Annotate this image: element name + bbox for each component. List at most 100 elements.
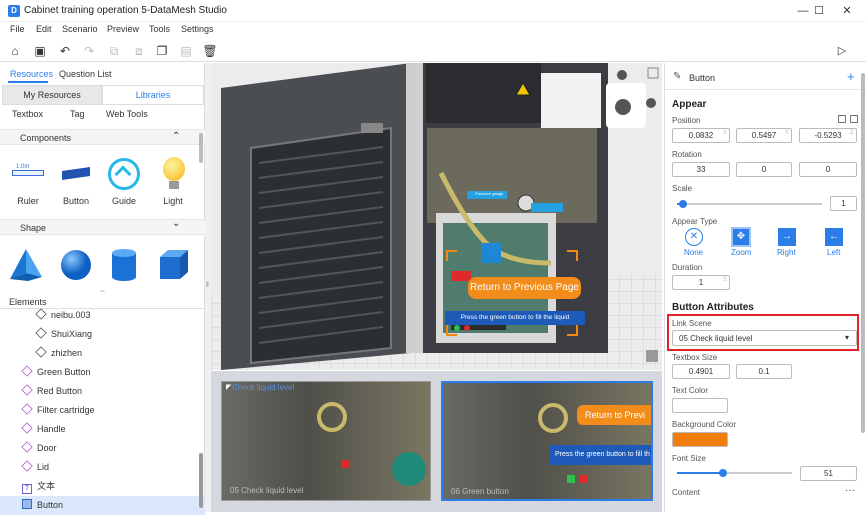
return-to-previous-page-button[interactable]: Return to Previous Page <box>468 277 581 299</box>
document-icon[interactable]: ▤ <box>177 42 195 60</box>
instruction-text-box[interactable]: Press the green button to fill the liqui… <box>445 311 585 325</box>
cube-icon[interactable] <box>156 247 192 283</box>
resize-handle[interactable]: ═ <box>0 289 205 295</box>
font-size-slider-track[interactable] <box>677 469 792 477</box>
mesh-icon <box>35 308 47 320</box>
chevron-down-icon[interactable]: ⌄ <box>172 218 180 229</box>
paste-icon[interactable]: ⧈ <box>130 42 148 60</box>
lib-tab-web-tools[interactable]: Web Tools <box>106 109 148 119</box>
list-item[interactable]: Door <box>0 439 205 458</box>
menu-preview[interactable]: Preview <box>107 24 139 34</box>
list-item-label: Lid <box>37 462 50 472</box>
chevron-up-icon[interactable]: ⌃ <box>172 131 180 142</box>
scene-thumb-05[interactable]: Check liquid level ◤ 05 Check liquid lev… <box>221 381 431 501</box>
font-size-slider-fill <box>677 472 723 474</box>
duration-input[interactable]: 1 <box>672 275 730 290</box>
appear-right-label: Right <box>777 248 796 257</box>
scale-label: Scale <box>672 184 693 193</box>
list-item[interactable]: Green Button <box>0 363 205 382</box>
appear-left-icon[interactable]: ← <box>825 228 843 246</box>
more-options-icon[interactable]: ··· <box>845 485 855 496</box>
subtab-libraries[interactable]: Libraries <box>102 85 204 105</box>
scale-input[interactable]: 1 <box>830 196 857 211</box>
sphere-icon[interactable] <box>58 247 94 283</box>
shape-header[interactable]: Shape ⌄ <box>0 218 205 235</box>
scrollbar[interactable] <box>199 453 203 508</box>
rotation-y-input[interactable]: 0 <box>736 162 792 177</box>
duplicate-icon[interactable]: ❐ <box>153 42 171 60</box>
copy-values-icon[interactable] <box>838 115 846 123</box>
menu-scenario[interactable]: Scenario <box>62 24 98 34</box>
list-item[interactable]: Handle <box>0 420 205 439</box>
axis-y-label: Y <box>785 130 790 136</box>
thumb-footer: 05 Check liquid level <box>230 486 304 495</box>
add-icon[interactable]: + <box>847 69 855 84</box>
link-scene-select[interactable]: 05 Check liquid level ▾ <box>672 330 857 346</box>
delete-icon[interactable]: 🗑 <box>201 42 219 60</box>
component-light[interactable]: Light <box>151 156 195 206</box>
font-size-input[interactable]: 51 <box>800 466 857 481</box>
list-item[interactable]: Filter cartridge <box>0 401 205 420</box>
list-item-label: Filter cartridge <box>37 405 95 415</box>
position-z-input[interactable]: -0.5293 <box>799 128 857 143</box>
button-attributes-title: Button Attributes <box>672 302 754 313</box>
pyramid-icon[interactable] <box>8 247 44 283</box>
close-button[interactable]: ✕ <box>834 3 860 19</box>
divider <box>665 89 866 90</box>
undo-icon[interactable]: ↶ <box>56 42 74 60</box>
list-item[interactable]: neibu.003 <box>0 306 205 325</box>
position-x-input[interactable]: 0.0832 <box>672 128 730 143</box>
textbox-height-input[interactable]: 0.1 <box>736 364 792 379</box>
scene-thumb-06-selected[interactable]: Return to Previ Press the green button t… <box>441 381 653 501</box>
menu-tools[interactable]: Tools <box>149 24 170 34</box>
menu-bar: File Edit Scenario Preview Tools Setting… <box>0 22 866 38</box>
component-ruler[interactable]: 1.0m Ruler <box>6 156 50 206</box>
home-icon[interactable]: ⌂ <box>6 42 24 60</box>
splitter-handle-icon[interactable]: ‖ <box>206 282 209 289</box>
list-item[interactable]: ShuiXiang <box>0 325 205 344</box>
scrollbar[interactable] <box>199 133 203 163</box>
tab-question-list[interactable]: Question List <box>59 69 112 79</box>
list-item[interactable]: zhizhen <box>0 344 205 363</box>
rotation-x-input[interactable]: 33 <box>672 162 730 177</box>
menu-settings[interactable]: Settings <box>181 24 214 34</box>
lib-tab-textbox[interactable]: Textbox <box>12 109 43 119</box>
components-title: Components <box>20 133 72 143</box>
list-item[interactable]: T 文本 <box>0 477 205 496</box>
scene-viewport[interactable]: Return to Previous Page Press the green … <box>211 63 662 370</box>
scrollbar[interactable] <box>861 73 865 433</box>
font-size-slider-thumb[interactable] <box>719 469 727 477</box>
save-icon[interactable]: ▣ <box>31 42 49 60</box>
text-color-swatch[interactable] <box>672 398 728 413</box>
tab-resources[interactable]: Resources <box>10 69 53 79</box>
lib-tab-tag[interactable]: Tag <box>70 109 85 119</box>
menu-file[interactable]: File <box>10 24 25 34</box>
dropdown-arrow-icon[interactable]: ▾ <box>845 333 849 342</box>
copy-icon[interactable]: ⧉ <box>105 42 123 60</box>
play-icon[interactable]: ▷ <box>833 42 851 60</box>
maximize-button[interactable]: ☐ <box>806 3 832 19</box>
paste-values-icon[interactable] <box>850 115 858 123</box>
textbox-width-input[interactable]: 0.4901 <box>672 364 730 379</box>
bg-color-swatch[interactable] <box>672 432 728 447</box>
menu-edit[interactable]: Edit <box>36 24 52 34</box>
components-header[interactable]: Components ⌃ <box>0 129 205 145</box>
component-button[interactable]: Button <box>54 156 98 206</box>
thumb-collapse-icon[interactable]: ◤ <box>226 383 231 391</box>
rotation-z-input[interactable]: 0 <box>799 162 857 177</box>
list-item-selected[interactable]: Button <box>0 496 205 515</box>
thumb-motor <box>392 452 426 486</box>
list-item[interactable]: Red Button <box>0 382 205 401</box>
appear-right-icon[interactable]: → <box>778 228 796 246</box>
redo-icon[interactable]: ↷ <box>80 42 98 60</box>
list-item[interactable]: Lid <box>0 458 205 477</box>
appear-zoom-icon[interactable]: ✥ <box>731 227 751 247</box>
pressure-gauge-label: Pressure gauge <box>475 191 504 196</box>
scale-slider-track[interactable] <box>677 200 822 208</box>
scale-slider-thumb[interactable] <box>678 200 687 208</box>
position-y-input[interactable]: 0.5497 <box>736 128 792 143</box>
cylinder-icon[interactable] <box>106 247 142 283</box>
component-guide[interactable]: Guide <box>102 156 146 206</box>
appear-none-icon[interactable]: ✕ <box>685 228 703 246</box>
subtab-my-resources[interactable]: My Resources <box>2 85 102 105</box>
